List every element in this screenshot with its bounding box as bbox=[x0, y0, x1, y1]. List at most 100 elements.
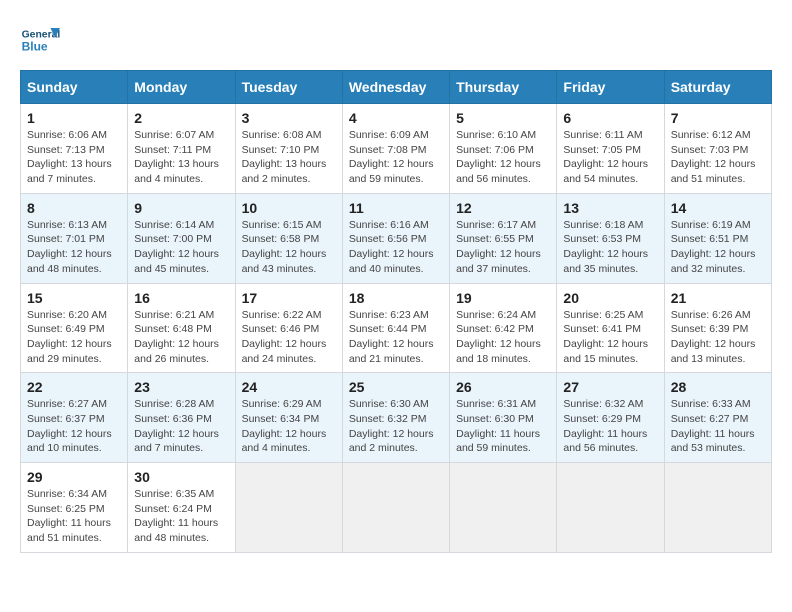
day-number: 4 bbox=[349, 110, 443, 126]
calendar-row: 1 Sunrise: 6:06 AMSunset: 7:13 PMDaylight… bbox=[21, 104, 772, 194]
day-number: 12 bbox=[456, 200, 550, 216]
day-cell-11: 11 Sunrise: 6:16 AMSunset: 6:56 PMDayligh… bbox=[342, 193, 449, 283]
day-info: Sunrise: 6:13 AMSunset: 7:01 PMDaylight:… bbox=[27, 218, 121, 277]
day-cell-24: 24 Sunrise: 6:29 AMSunset: 6:34 PMDayligh… bbox=[235, 373, 342, 463]
day-cell-4: 4 Sunrise: 6:09 AMSunset: 7:08 PMDaylight… bbox=[342, 104, 449, 194]
day-number: 24 bbox=[242, 379, 336, 395]
day-number: 29 bbox=[27, 469, 121, 485]
day-number: 18 bbox=[349, 290, 443, 306]
day-info: Sunrise: 6:12 AMSunset: 7:03 PMDaylight:… bbox=[671, 128, 765, 187]
day-number: 14 bbox=[671, 200, 765, 216]
weekday-header-friday: Friday bbox=[557, 71, 664, 104]
day-number: 19 bbox=[456, 290, 550, 306]
day-cell-29: 29 Sunrise: 6:34 AMSunset: 6:25 PMDayligh… bbox=[21, 463, 128, 553]
weekday-header-sunday: Sunday bbox=[21, 71, 128, 104]
day-cell-20: 20 Sunrise: 6:25 AMSunset: 6:41 PMDayligh… bbox=[557, 283, 664, 373]
weekday-header-monday: Monday bbox=[128, 71, 235, 104]
day-number: 11 bbox=[349, 200, 443, 216]
day-number: 23 bbox=[134, 379, 228, 395]
day-info: Sunrise: 6:17 AMSunset: 6:55 PMDaylight:… bbox=[456, 218, 550, 277]
header: General Blue bbox=[20, 20, 772, 60]
day-cell-5: 5 Sunrise: 6:10 AMSunset: 7:06 PMDaylight… bbox=[450, 104, 557, 194]
day-cell-12: 12 Sunrise: 6:17 AMSunset: 6:55 PMDayligh… bbox=[450, 193, 557, 283]
day-cell-25: 25 Sunrise: 6:30 AMSunset: 6:32 PMDayligh… bbox=[342, 373, 449, 463]
day-info: Sunrise: 6:26 AMSunset: 6:39 PMDaylight:… bbox=[671, 308, 765, 367]
weekday-header-saturday: Saturday bbox=[664, 71, 771, 104]
day-number: 30 bbox=[134, 469, 228, 485]
day-cell-9: 9 Sunrise: 6:14 AMSunset: 7:00 PMDaylight… bbox=[128, 193, 235, 283]
day-info: Sunrise: 6:28 AMSunset: 6:36 PMDaylight:… bbox=[134, 397, 228, 456]
empty-cell bbox=[557, 463, 664, 553]
day-number: 20 bbox=[563, 290, 657, 306]
day-cell-21: 21 Sunrise: 6:26 AMSunset: 6:39 PMDayligh… bbox=[664, 283, 771, 373]
day-number: 8 bbox=[27, 200, 121, 216]
day-cell-2: 2Sunrise: 6:07 AMSunset: 7:11 PMDaylight… bbox=[128, 104, 235, 194]
day-info: Sunrise: 6:21 AMSunset: 6:48 PMDaylight:… bbox=[134, 308, 228, 367]
day-info: Sunrise: 6:27 AMSunset: 6:37 PMDaylight:… bbox=[27, 397, 121, 456]
day-number: 21 bbox=[671, 290, 765, 306]
day-info: Sunrise: 6:30 AMSunset: 6:32 PMDaylight:… bbox=[349, 397, 443, 456]
day-info: Sunrise: 6:24 AMSunset: 6:42 PMDaylight:… bbox=[456, 308, 550, 367]
day-info: Sunrise: 6:20 AMSunset: 6:49 PMDaylight:… bbox=[27, 308, 121, 367]
day-info: Sunrise: 6:23 AMSunset: 6:44 PMDaylight:… bbox=[349, 308, 443, 367]
day-number: 3 bbox=[242, 110, 336, 126]
day-number: 5 bbox=[456, 110, 550, 126]
day-number: 22 bbox=[27, 379, 121, 395]
day-cell-26: 26 Sunrise: 6:31 AMSunset: 6:30 PMDayligh… bbox=[450, 373, 557, 463]
day-info: Sunrise: 6:25 AMSunset: 6:41 PMDaylight:… bbox=[563, 308, 657, 367]
day-info: Sunrise: 6:22 AMSunset: 6:46 PMDaylight:… bbox=[242, 308, 336, 367]
day-info: Sunrise: 6:32 AMSunset: 6:29 PMDaylight:… bbox=[563, 397, 657, 456]
day-cell-6: 6 Sunrise: 6:11 AMSunset: 7:05 PMDaylight… bbox=[557, 104, 664, 194]
day-number: 15 bbox=[27, 290, 121, 306]
day-cell-19: 19 Sunrise: 6:24 AMSunset: 6:42 PMDayligh… bbox=[450, 283, 557, 373]
day-info: Sunrise: 6:29 AMSunset: 6:34 PMDaylight:… bbox=[242, 397, 336, 456]
day-info: Sunrise: 6:10 AMSunset: 7:06 PMDaylight:… bbox=[456, 128, 550, 187]
day-info: Sunrise: 6:18 AMSunset: 6:53 PMDaylight:… bbox=[563, 218, 657, 277]
day-info: Sunrise: 6:31 AMSunset: 6:30 PMDaylight:… bbox=[456, 397, 550, 456]
day-number: 10 bbox=[242, 200, 336, 216]
svg-text:Blue: Blue bbox=[22, 39, 48, 53]
day-number: 27 bbox=[563, 379, 657, 395]
day-info: Sunrise: 6:15 AMSunset: 6:58 PMDaylight:… bbox=[242, 218, 336, 277]
day-info: Sunrise: 6:11 AMSunset: 7:05 PMDaylight:… bbox=[563, 128, 657, 187]
day-number: 9 bbox=[134, 200, 228, 216]
day-number: 1 bbox=[27, 110, 121, 126]
day-cell-23: 23 Sunrise: 6:28 AMSunset: 6:36 PMDayligh… bbox=[128, 373, 235, 463]
weekday-header-row: SundayMondayTuesdayWednesdayThursdayFrid… bbox=[21, 71, 772, 104]
day-info: Sunrise: 6:14 AMSunset: 7:00 PMDaylight:… bbox=[134, 218, 228, 277]
day-number: 28 bbox=[671, 379, 765, 395]
day-cell-30: 30 Sunrise: 6:35 AMSunset: 6:24 PMDayligh… bbox=[128, 463, 235, 553]
day-info: Sunrise: 6:09 AMSunset: 7:08 PMDaylight:… bbox=[349, 128, 443, 187]
day-cell-8: 8 Sunrise: 6:13 AMSunset: 7:01 PMDaylight… bbox=[21, 193, 128, 283]
day-info: Sunrise: 6:06 AMSunset: 7:13 PMDaylight:… bbox=[27, 128, 121, 187]
day-info: Sunrise: 6:08 AMSunset: 7:10 PMDaylight:… bbox=[242, 128, 336, 187]
calendar-row: 22 Sunrise: 6:27 AMSunset: 6:37 PMDayligh… bbox=[21, 373, 772, 463]
empty-cell bbox=[342, 463, 449, 553]
day-cell-18: 18 Sunrise: 6:23 AMSunset: 6:44 PMDayligh… bbox=[342, 283, 449, 373]
day-number: 13 bbox=[563, 200, 657, 216]
day-number: 25 bbox=[349, 379, 443, 395]
day-cell-3: 3 Sunrise: 6:08 AMSunset: 7:10 PMDaylight… bbox=[235, 104, 342, 194]
calendar-table: SundayMondayTuesdayWednesdayThursdayFrid… bbox=[20, 70, 772, 553]
empty-cell bbox=[235, 463, 342, 553]
day-number: 6 bbox=[563, 110, 657, 126]
day-cell-22: 22 Sunrise: 6:27 AMSunset: 6:37 PMDayligh… bbox=[21, 373, 128, 463]
day-cell-14: 14Sunrise: 6:19 AMSunset: 6:51 PMDayligh… bbox=[664, 193, 771, 283]
day-number: 2 bbox=[134, 110, 228, 126]
logo: General Blue bbox=[20, 20, 64, 60]
weekday-header-thursday: Thursday bbox=[450, 71, 557, 104]
empty-cell bbox=[664, 463, 771, 553]
calendar-row: 8 Sunrise: 6:13 AMSunset: 7:01 PMDaylight… bbox=[21, 193, 772, 283]
day-info: Sunrise: 6:35 AMSunset: 6:24 PMDaylight:… bbox=[134, 487, 228, 546]
day-cell-1: 1 Sunrise: 6:06 AMSunset: 7:13 PMDaylight… bbox=[21, 104, 128, 194]
day-number: 17 bbox=[242, 290, 336, 306]
day-cell-10: 10 Sunrise: 6:15 AMSunset: 6:58 PMDayligh… bbox=[235, 193, 342, 283]
day-info: Sunrise: 6:34 AMSunset: 6:25 PMDaylight:… bbox=[27, 487, 121, 546]
day-cell-16: 16Sunrise: 6:21 AMSunset: 6:48 PMDayligh… bbox=[128, 283, 235, 373]
day-info: Sunrise: 6:16 AMSunset: 6:56 PMDaylight:… bbox=[349, 218, 443, 277]
day-cell-17: 17 Sunrise: 6:22 AMSunset: 6:46 PMDayligh… bbox=[235, 283, 342, 373]
day-number: 26 bbox=[456, 379, 550, 395]
weekday-header-wednesday: Wednesday bbox=[342, 71, 449, 104]
day-info: Sunrise: 6:33 AMSunset: 6:27 PMDaylight:… bbox=[671, 397, 765, 456]
day-number: 7 bbox=[671, 110, 765, 126]
